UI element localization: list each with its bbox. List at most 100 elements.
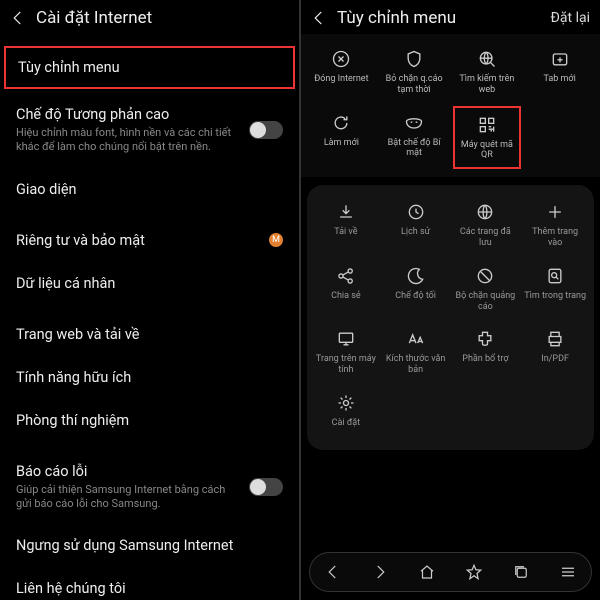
row-label: Trang web và tải về [16, 326, 273, 343]
settings-screen: Cài đặt Internet Tùy chỉnh menu Chế độ Tư… [0, 0, 299, 600]
nav-tabs-icon[interactable] [510, 561, 532, 583]
menu-item-label: Cài đặt [332, 418, 360, 429]
menu-item-label: Đóng Internet [314, 74, 368, 85]
menu-item-shield[interactable]: Bỏ chặn q.cáo tạm thời [380, 42, 449, 102]
text-size-icon [405, 328, 427, 350]
menu-item-globe-search[interactable]: Tìm kiếm trên web [453, 42, 522, 102]
tab-new-icon [549, 48, 571, 70]
settings-row-personal-data[interactable]: Dữ liệu cá nhân [0, 262, 299, 305]
download-icon [335, 201, 357, 223]
menu-item-addons[interactable]: Phần bổ trợ [453, 322, 519, 382]
page-title: Tùy chỉnh menu [337, 8, 551, 28]
mask-icon [403, 112, 425, 134]
nav-forward-icon[interactable] [369, 561, 391, 583]
settings-row-high-contrast[interactable]: Chế độ Tương phản cao Hiệu chỉnh màu font… [0, 93, 299, 168]
row-label: Liên hệ chúng tôi [16, 580, 273, 597]
menu-item-label: Tab mới [543, 74, 575, 85]
toggle-switch[interactable] [249, 121, 283, 139]
settings-row-privacy[interactable]: Riêng tư và bảo mật M [0, 219, 299, 262]
menu-item-print[interactable]: In/PDF [522, 322, 588, 382]
page-title: Cài đặt Internet [36, 8, 289, 28]
menu-item-adblock[interactable]: Bộ chặn quảng cáo [453, 259, 519, 319]
menu-item-label: Chia sẻ [331, 291, 361, 302]
badge-icon: M [269, 233, 283, 247]
active-menu-grid: Đóng Internet Bỏ chặn q.cáo tạm thời Tìm k… [301, 34, 600, 177]
globe-search-icon [476, 48, 498, 70]
settings-row-interface[interactable]: Giao diện [0, 168, 299, 211]
menu-item-qr[interactable]: Máy quét mã QR [453, 106, 522, 170]
history-icon [405, 201, 427, 223]
row-label: Tùy chỉnh menu [18, 59, 271, 76]
menu-item-plus[interactable]: Thêm trang vào [522, 195, 588, 255]
menu-item-desktop[interactable]: Trang trên máy tính [313, 322, 379, 382]
nav-home-icon[interactable] [416, 561, 438, 583]
find-icon [544, 265, 566, 287]
back-icon[interactable] [309, 8, 329, 28]
menu-item-label: Tìm trong trang [524, 291, 586, 302]
menu-item-label: Máy quét mã QR [457, 140, 518, 162]
settings-row-error-report[interactable]: Báo cáo lỗiGiúp cải thiện Samsung Intern… [0, 450, 299, 525]
row-subtitle: Hiệu chỉnh màu font, hình nền và các chi… [16, 126, 239, 155]
menu-item-find[interactable]: Tìm trong trang [522, 259, 588, 319]
qr-icon [476, 114, 498, 136]
settings-row-sites-downloads[interactable]: Trang web và tải về [0, 313, 299, 356]
menu-item-text-size[interactable]: Kích thước văn bản [383, 322, 449, 382]
moon-icon [405, 265, 427, 287]
settings-row-customize-menu[interactable]: Tùy chỉnh menu [6, 48, 293, 87]
shield-icon [403, 48, 425, 70]
menu-item-label: Các trang đã lưu [455, 227, 517, 249]
menu-item-share[interactable]: Chia sẻ [313, 259, 379, 319]
menu-item-label: Làm mới [324, 138, 359, 149]
settings-icon [335, 392, 357, 414]
menu-item-label: Lịch sử [401, 227, 430, 238]
header-right: Tùy chỉnh menu Đặt lại [301, 0, 600, 34]
menu-item-close-circle[interactable]: Đóng Internet [307, 42, 376, 102]
settings-row-stop-using[interactable]: Ngưng sử dụng Samsung Internet [0, 524, 299, 567]
menu-item-download[interactable]: Tải về [313, 195, 379, 255]
print-icon [544, 328, 566, 350]
menu-item-label: Tải về [334, 227, 357, 238]
customize-menu-screen: Tùy chỉnh menu Đặt lại Đóng Internet Bỏ c… [301, 0, 600, 600]
menu-item-refresh[interactable]: Làm mới [307, 106, 376, 170]
menu-item-label: Bỏ chặn q.cáo tạm thời [382, 74, 446, 96]
row-label: Dữ liệu cá nhân [16, 275, 273, 292]
settings-row-labs[interactable]: Phòng thí nghiệm [0, 399, 299, 442]
menu-item-tab-new[interactable]: Tab mới [525, 42, 594, 102]
menu-item-label: Bộ chặn quảng cáo [455, 291, 517, 313]
available-menu-grid: Tải về Lịch sử Các trang đã lưu Thêm trang … [307, 185, 594, 450]
menu-item-label: Tìm kiếm trên web [455, 74, 519, 96]
plus-icon [544, 201, 566, 223]
menu-item-mask[interactable]: Bật chế độ Bí mật [380, 106, 449, 170]
settings-row-contact[interactable]: Liên hệ chúng tôi [0, 567, 299, 600]
row-subtitle: Giúp cải thiện Samsung Internet bằng các… [16, 483, 239, 512]
close-circle-icon [330, 48, 352, 70]
nav-bookmark-icon[interactable] [463, 561, 485, 583]
menu-item-label: Phần bổ trợ [462, 354, 508, 365]
menu-item-label: Bật chế độ Bí mật [382, 138, 446, 160]
bottom-nav [309, 552, 592, 592]
row-label: Tính năng hữu ích [16, 369, 273, 386]
menu-item-history[interactable]: Lịch sử [383, 195, 449, 255]
settings-row-useful-features[interactable]: Tính năng hữu ích [0, 356, 299, 399]
menu-item-settings[interactable]: Cài đặt [313, 386, 379, 444]
adblock-icon [474, 265, 496, 287]
nav-back-icon[interactable] [322, 561, 344, 583]
back-icon[interactable] [8, 8, 28, 28]
row-label: Phòng thí nghiệm [16, 412, 273, 429]
reset-button[interactable]: Đặt lại [551, 10, 590, 26]
row-label: Giao diện [16, 181, 273, 198]
nav-menu-icon[interactable] [557, 561, 579, 583]
menu-item-label: Thêm trang vào [524, 227, 586, 249]
desktop-icon [335, 328, 357, 350]
header-left: Cài đặt Internet [0, 0, 299, 34]
share-icon [335, 265, 357, 287]
menu-item-label: Chế độ tối [395, 291, 436, 302]
menu-item-moon[interactable]: Chế độ tối [383, 259, 449, 319]
addons-icon [474, 328, 496, 350]
row-label: Chế độ Tương phản cao [16, 106, 239, 123]
row-label: Riêng tư và bảo mật [16, 232, 259, 249]
menu-item-globe-save[interactable]: Các trang đã lưu [453, 195, 519, 255]
globe-save-icon [474, 201, 496, 223]
refresh-icon [330, 112, 352, 134]
toggle-switch[interactable] [249, 478, 283, 496]
